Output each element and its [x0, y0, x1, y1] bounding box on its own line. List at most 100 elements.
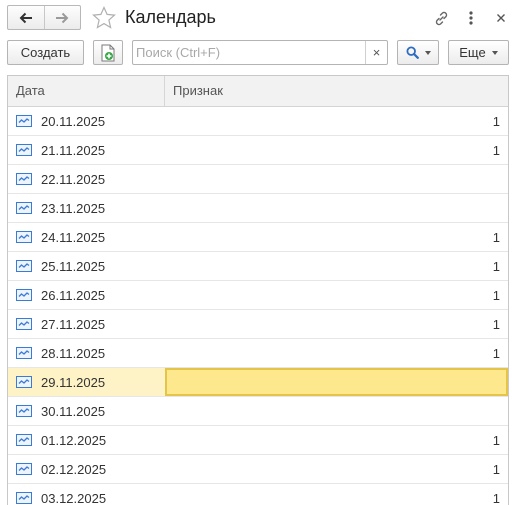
record-icon [16, 463, 32, 475]
date-cell[interactable]: 02.12.2025 [8, 455, 165, 483]
column-header-date[interactable]: Дата [8, 76, 165, 106]
record-icon [16, 289, 32, 301]
date-cell[interactable]: 25.11.2025 [8, 252, 165, 280]
search-options-button[interactable] [397, 40, 439, 65]
link-button[interactable] [431, 8, 451, 28]
record-icon [16, 231, 32, 243]
date-text: 01.12.2025 [41, 432, 107, 448]
chevron-down-icon [491, 50, 498, 55]
table-row[interactable]: 21.11.2025 1 [8, 136, 508, 165]
search-icon [405, 46, 419, 59]
date-cell[interactable]: 23.11.2025 [8, 194, 165, 222]
table-row[interactable]: 22.11.2025 [8, 165, 508, 194]
table-row[interactable]: 01.12.2025 1 [8, 426, 508, 455]
sign-cell[interactable]: 1 [165, 136, 508, 164]
arrow-right-icon [56, 12, 69, 23]
sign-cell[interactable]: 1 [165, 281, 508, 309]
date-cell[interactable]: 03.12.2025 [8, 484, 165, 505]
table-row[interactable]: 03.12.2025 1 [8, 484, 508, 505]
date-cell[interactable]: 21.11.2025 [8, 136, 165, 164]
sign-cell[interactable]: 1 [165, 252, 508, 280]
record-icon [16, 318, 32, 330]
record-icon [16, 173, 32, 185]
date-text: 22.11.2025 [41, 171, 106, 187]
close-button[interactable] [491, 8, 511, 28]
record-icon [16, 202, 32, 214]
date-cell[interactable]: 24.11.2025 [8, 223, 165, 251]
column-header-sign[interactable]: Признак [165, 76, 508, 106]
date-text: 21.11.2025 [41, 142, 106, 158]
date-text: 02.12.2025 [41, 461, 107, 477]
link-icon [435, 11, 447, 25]
search-field: × [132, 40, 388, 65]
date-cell[interactable]: 27.11.2025 [8, 310, 165, 338]
date-text: 20.11.2025 [41, 113, 106, 129]
table-header: Дата Признак [8, 76, 508, 107]
table-row[interactable]: 24.11.2025 1 [8, 223, 508, 252]
table-row[interactable]: 30.11.2025 [8, 397, 508, 426]
record-icon [16, 376, 32, 388]
forward-button[interactable] [43, 6, 81, 29]
date-text: 26.11.2025 [41, 287, 106, 303]
more-actions-button[interactable] [461, 8, 481, 28]
date-cell[interactable]: 26.11.2025 [8, 281, 165, 309]
table-row[interactable]: 29.11.2025 [8, 368, 508, 397]
table-row[interactable]: 20.11.2025 1 [8, 107, 508, 136]
sign-cell[interactable]: 1 [165, 339, 508, 367]
sign-cell[interactable] [165, 165, 508, 193]
date-text: 23.11.2025 [41, 200, 106, 216]
star-icon [92, 6, 116, 29]
search-clear-button[interactable]: × [365, 41, 387, 64]
add-copy-button[interactable] [93, 40, 123, 65]
favorite-button[interactable] [91, 5, 117, 31]
command-bar: Создать × Еще [0, 38, 529, 68]
chevron-down-icon [424, 50, 431, 55]
record-icon [16, 260, 32, 272]
date-text: 25.11.2025 [41, 258, 106, 274]
page-title: Календарь [125, 7, 216, 27]
sign-cell[interactable]: 1 [165, 484, 508, 505]
date-text: 30.11.2025 [41, 403, 106, 419]
add-document-icon [101, 44, 115, 61]
record-icon [16, 405, 32, 417]
table-body: 20.11.2025 1 21.11.2025 1 22.11.2025 23.11.20… [8, 107, 508, 505]
sign-cell[interactable] [165, 397, 508, 425]
date-cell[interactable]: 01.12.2025 [8, 426, 165, 454]
date-cell[interactable]: 30.11.2025 [8, 397, 165, 425]
sign-cell[interactable]: 1 [165, 107, 508, 135]
table-row[interactable]: 25.11.2025 1 [8, 252, 508, 281]
search-input[interactable] [133, 41, 365, 64]
date-text: 03.12.2025 [41, 490, 107, 505]
more-button[interactable]: Еще [448, 40, 509, 65]
record-icon [16, 144, 32, 156]
date-cell[interactable]: 20.11.2025 [8, 107, 165, 135]
record-icon [16, 115, 32, 127]
record-icon [16, 492, 32, 504]
sign-cell[interactable] [165, 194, 508, 222]
create-button[interactable]: Создать [7, 40, 84, 65]
record-icon [16, 434, 32, 446]
sign-cell[interactable]: 1 [165, 223, 508, 251]
title-bar: Календарь [0, 0, 529, 36]
sign-cell[interactable]: 1 [165, 455, 508, 483]
date-text: 24.11.2025 [41, 229, 106, 245]
table-row[interactable]: 28.11.2025 1 [8, 339, 508, 368]
sign-cell[interactable]: 1 [165, 310, 508, 338]
back-button[interactable] [8, 6, 44, 29]
arrow-left-icon [19, 12, 32, 23]
date-text: 29.11.2025 [41, 374, 106, 390]
sign-cell[interactable]: 1 [165, 426, 508, 454]
table-row[interactable]: 27.11.2025 1 [8, 310, 508, 339]
more-vertical-icon [469, 11, 473, 25]
date-text: 28.11.2025 [41, 345, 106, 361]
date-text: 27.11.2025 [41, 316, 106, 332]
close-icon [497, 14, 505, 22]
date-cell[interactable]: 29.11.2025 [8, 368, 165, 396]
sign-cell[interactable] [165, 368, 508, 396]
table-row[interactable]: 02.12.2025 1 [8, 455, 508, 484]
table-row[interactable]: 26.11.2025 1 [8, 281, 508, 310]
table-row[interactable]: 23.11.2025 [8, 194, 508, 223]
date-cell[interactable]: 22.11.2025 [8, 165, 165, 193]
date-cell[interactable]: 28.11.2025 [8, 339, 165, 367]
record-icon [16, 347, 32, 359]
